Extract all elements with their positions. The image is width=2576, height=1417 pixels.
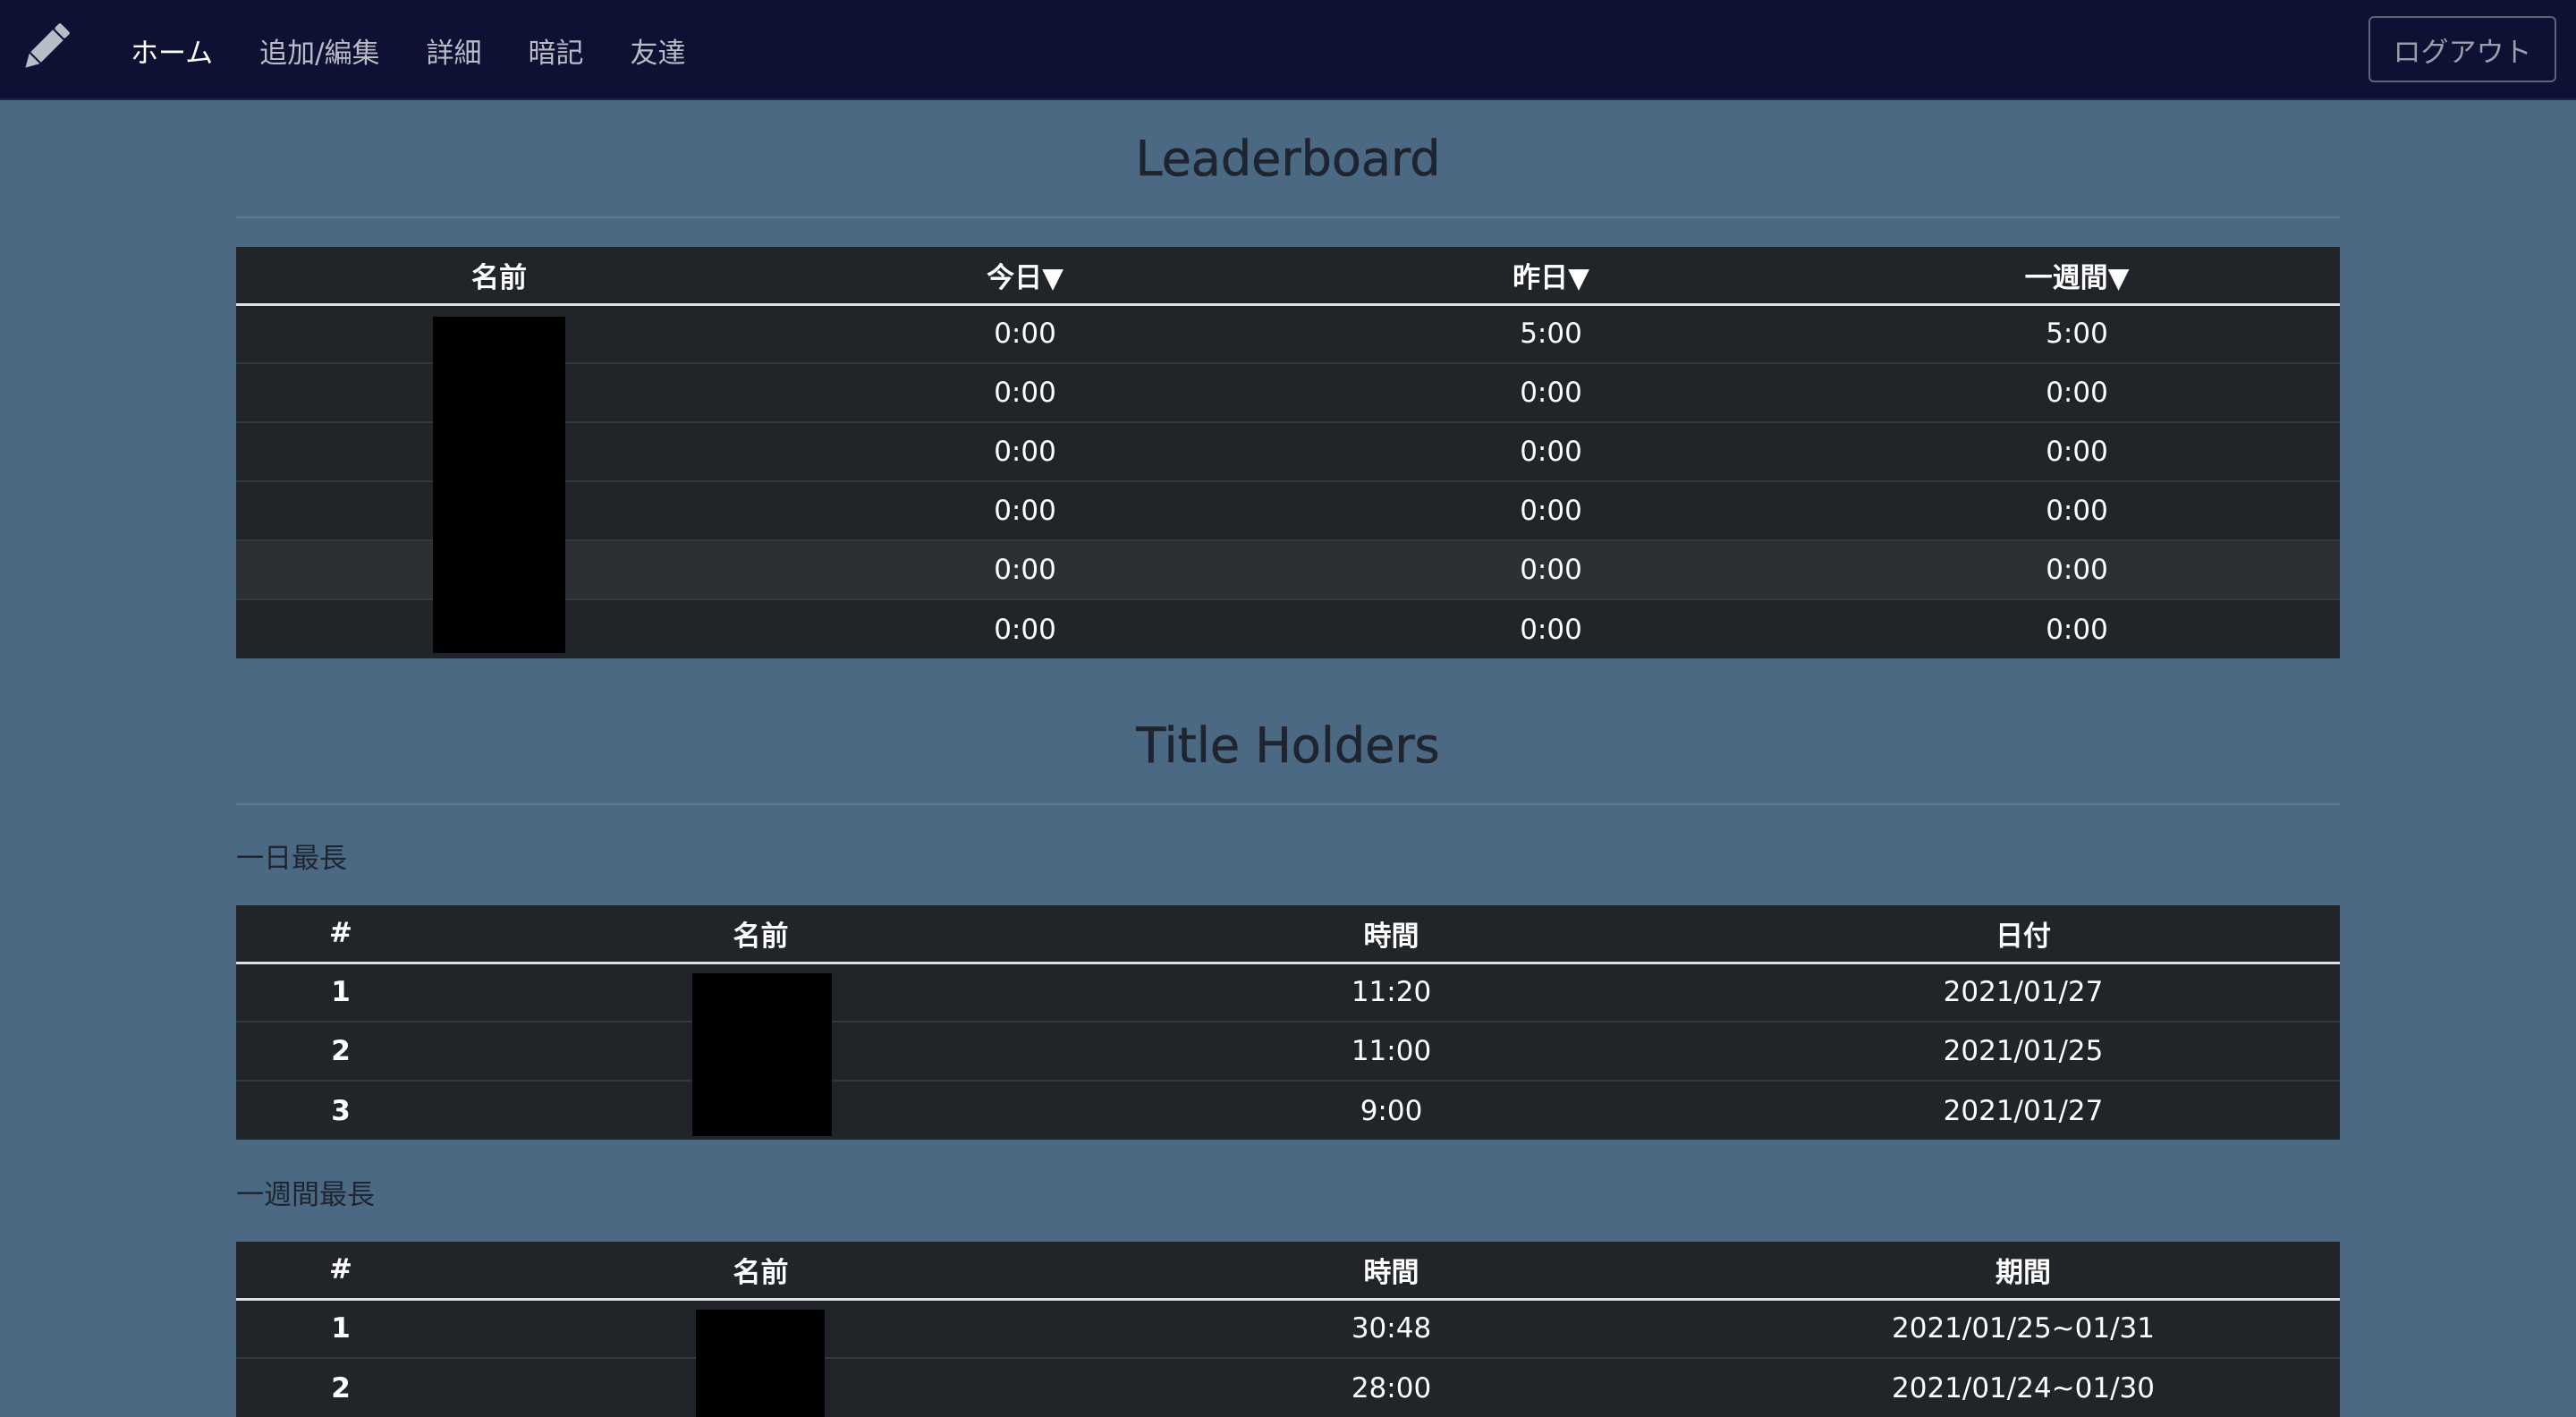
- cell-week: 0:00: [1814, 421, 2340, 481]
- daily-longest-table: # 名前 時間 日付 1 11:20 2021/01/27 2 11:00 20…: [236, 905, 2340, 1140]
- cell-today: 0:00: [762, 303, 1288, 363]
- column-header-yesterday[interactable]: 昨日▼: [1288, 247, 1814, 306]
- cell-today: 0:00: [762, 362, 1288, 422]
- divider: [236, 803, 2340, 805]
- cell-week: 0:00: [1814, 362, 2340, 422]
- cell-date: 2021/01/27: [1707, 1080, 2340, 1140]
- column-header-period: 期間: [1707, 1242, 2340, 1301]
- cell-date: 2021/01/25: [1707, 1021, 2340, 1081]
- column-header-today[interactable]: 今日▼: [762, 247, 1288, 306]
- table-header-row: # 名前 時間 期間: [236, 1242, 2340, 1301]
- cell-rank: 3: [236, 1080, 445, 1140]
- column-header-name: 名前: [445, 1242, 1076, 1301]
- navbar: ホーム 追加/編集 詳細 暗記 友達 ログアウト: [0, 0, 2576, 100]
- daily-longest-label: 一日最長: [236, 843, 347, 875]
- column-header-time: 時間: [1076, 1242, 1707, 1301]
- cell-today: 0:00: [762, 480, 1288, 540]
- column-header-name: 名前: [445, 905, 1076, 964]
- nav-add-edit[interactable]: 追加/編集: [259, 30, 379, 71]
- cell-today: 0:00: [762, 598, 1288, 658]
- cell-rank: 2: [236, 1021, 445, 1081]
- nav-links: ホーム 追加/編集 詳細 暗記 友達: [131, 0, 733, 100]
- column-header-rank: #: [236, 905, 445, 964]
- table-row: 2 28:00 2021/01/24~01/30: [236, 1357, 2340, 1417]
- cell-time: 28:00: [1076, 1357, 1707, 1417]
- cell-date: 2021/01/27: [1707, 962, 2340, 1022]
- cell-week: 0:00: [1814, 480, 2340, 540]
- cell-week: 0:00: [1814, 598, 2340, 658]
- title-holders-title: Title Holders: [1136, 717, 1440, 775]
- table-row: 1 11:20 2021/01/27: [236, 962, 2340, 1022]
- column-header-week[interactable]: 一週間▼: [1814, 247, 2340, 306]
- cell-yesterday: 5:00: [1288, 303, 1814, 363]
- divider: [236, 216, 2340, 218]
- leaderboard-title: Leaderboard: [1135, 131, 1441, 188]
- redacted-names: [433, 317, 565, 653]
- weekly-longest-label: 一週間最長: [236, 1179, 375, 1211]
- cell-today: 0:00: [762, 421, 1288, 481]
- cell-yesterday: 0:00: [1288, 480, 1814, 540]
- column-header-date: 日付: [1707, 905, 2340, 964]
- redacted-names: [696, 1310, 825, 1417]
- cell-period: 2021/01/24~01/30: [1707, 1357, 2340, 1417]
- column-header-rank: #: [236, 1242, 445, 1301]
- logout-button[interactable]: ログアウト: [2368, 16, 2556, 82]
- cell-rank: 2: [236, 1357, 445, 1417]
- table-header-row: 名前 今日▼ 昨日▼ 一週間▼: [236, 247, 2340, 306]
- cell-time: 11:20: [1076, 962, 1707, 1022]
- cell-today: 0:00: [762, 539, 1288, 599]
- cell-time: 30:48: [1076, 1298, 1707, 1358]
- table-row: 3 9:00 2021/01/27: [236, 1080, 2340, 1140]
- nav-memorize[interactable]: 暗記: [529, 30, 584, 71]
- nav-home[interactable]: ホーム: [131, 30, 213, 71]
- cell-rank: 1: [236, 962, 445, 1022]
- cell-period: 2021/01/25~01/31: [1707, 1298, 2340, 1358]
- nav-details[interactable]: 詳細: [427, 30, 482, 71]
- table-header-row: # 名前 時間 日付: [236, 905, 2340, 964]
- table-row: 1 30:48 2021/01/25~01/31: [236, 1298, 2340, 1358]
- cell-yesterday: 0:00: [1288, 362, 1814, 422]
- cell-yesterday: 0:00: [1288, 421, 1814, 481]
- cell-yesterday: 0:00: [1288, 539, 1814, 599]
- cell-time: 11:00: [1076, 1021, 1707, 1081]
- pencil-icon[interactable]: [16, 18, 75, 77]
- redacted-names: [692, 973, 832, 1136]
- weekly-longest-table: # 名前 時間 期間 1 30:48 2021/01/25~01/31 2 28…: [236, 1242, 2340, 1417]
- column-header-name: 名前: [236, 247, 762, 306]
- nav-friends[interactable]: 友達: [631, 30, 686, 71]
- cell-rank: 1: [236, 1298, 445, 1358]
- table-row: 2 11:00 2021/01/25: [236, 1021, 2340, 1081]
- cell-week: 0:00: [1814, 539, 2340, 599]
- cell-week: 5:00: [1814, 303, 2340, 363]
- cell-yesterday: 0:00: [1288, 598, 1814, 658]
- column-header-time: 時間: [1076, 905, 1707, 964]
- cell-time: 9:00: [1076, 1080, 1707, 1140]
